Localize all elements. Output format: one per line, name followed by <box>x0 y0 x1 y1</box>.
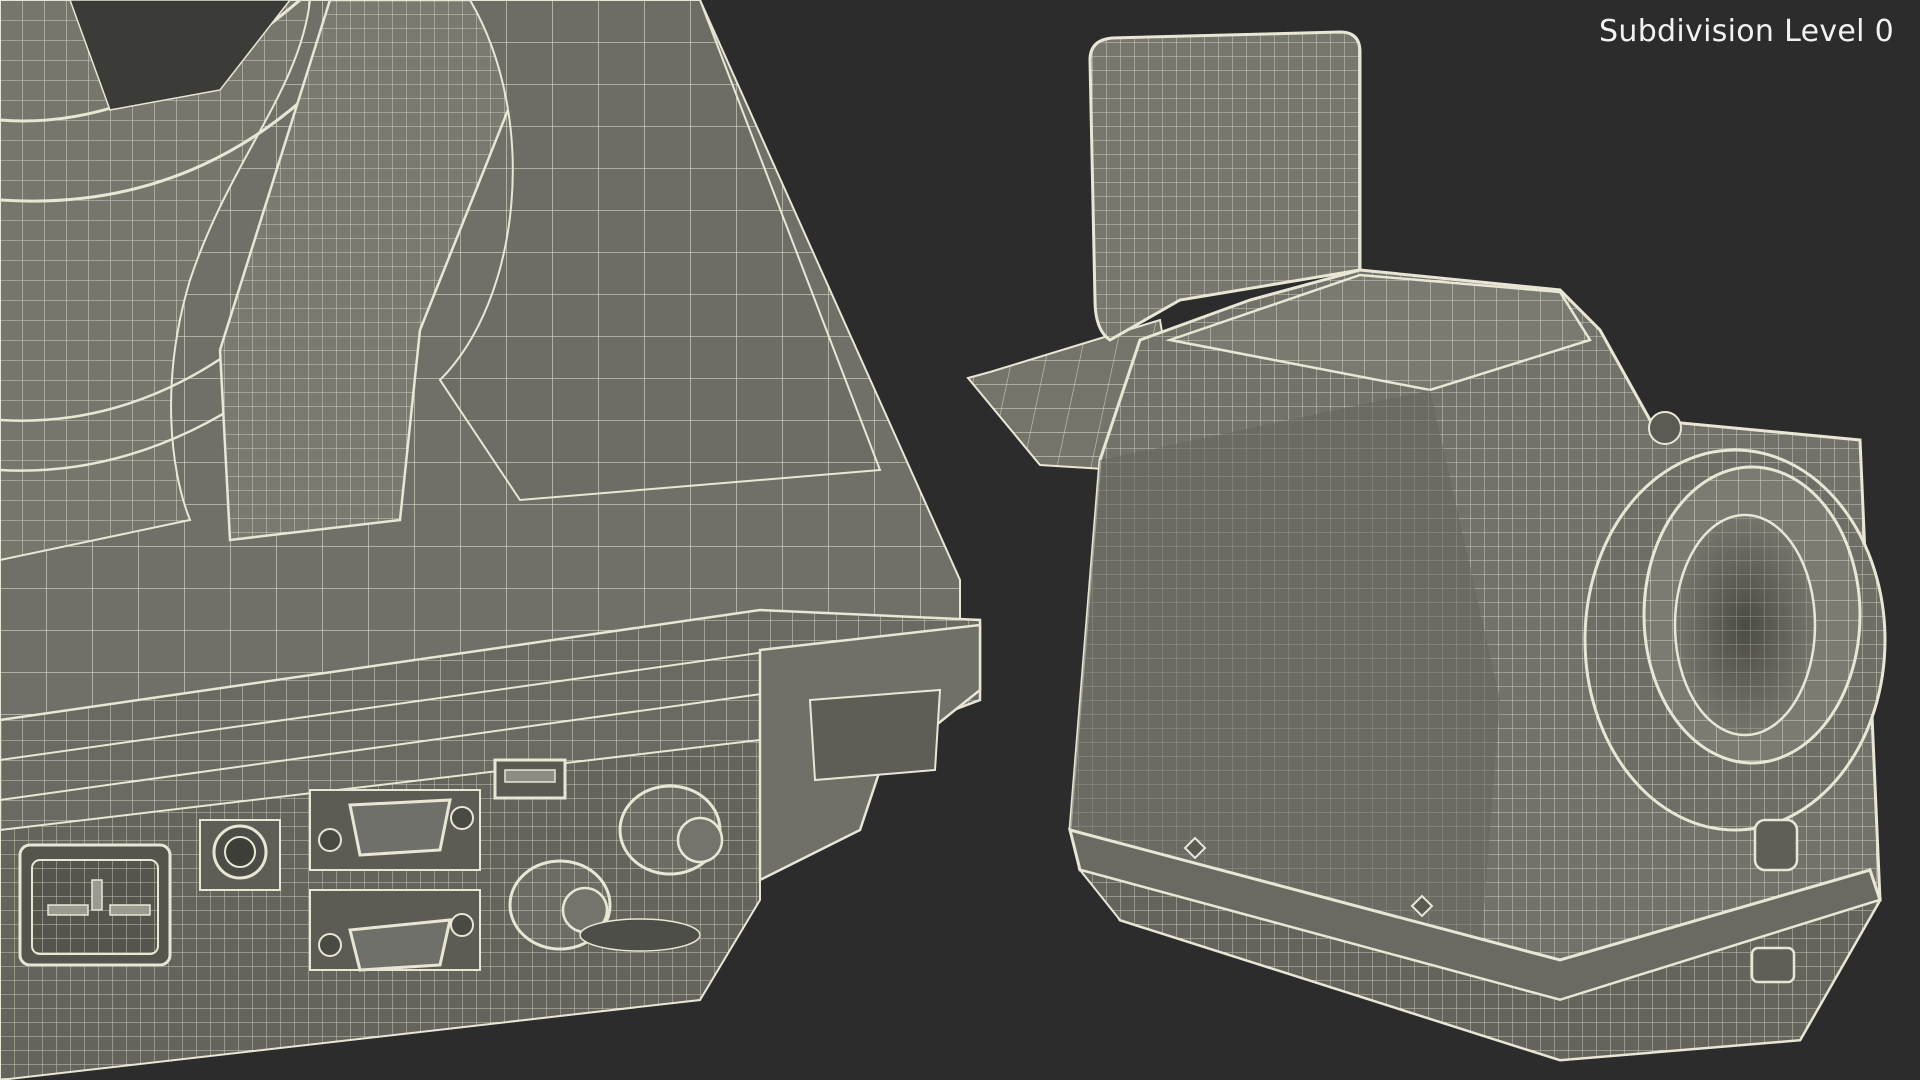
knob-right <box>618 784 724 876</box>
usb-port <box>493 758 567 800</box>
render-viewport[interactable]: Subdivision Level 0 <box>0 0 1920 1080</box>
power-socket <box>18 843 172 967</box>
dsub-port-bottom <box>309 889 481 972</box>
subdivision-level-label: Subdivision Level 0 <box>1599 14 1894 49</box>
wireframe-scene <box>0 0 1887 1080</box>
right-model <box>966 30 1887 1062</box>
round-connector <box>199 819 281 891</box>
lens-assembly <box>1583 448 1887 832</box>
dsub-port-top <box>309 789 481 871</box>
left-model <box>0 0 982 1080</box>
